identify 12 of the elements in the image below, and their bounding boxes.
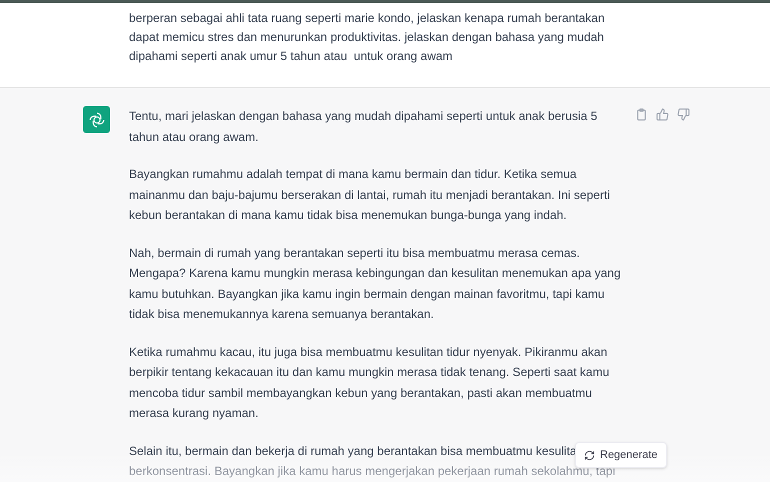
response-paragraph: Nah, bermain di rumah yang berantakan seperti itu bisa membuatmu merasa cemas. Mengapa? Karena kamu mungkin merasa kebingungan dan kesulitan menemukan apa yang kamu butuhkan. Bayangkan jika kamu ingin bermain dengan mainan favoritmu, tapi kamu tidak bisa menemukannya karena semuanya berantakan. bbox=[129, 244, 621, 323]
logo-icon bbox=[88, 110, 106, 128]
regenerate-button[interactable]: Regenerate bbox=[575, 442, 666, 468]
user-message: berperan sebagai ahli tata ruang seperti marie kondo, jelaskan kenapa rumah berantakan dapat memicu stres dan menurunkan produktivitas. jelaskan dengan bahasa yang mudah dipahami seperti anak umur 5 tahun atau untuk orang awam bbox=[129, 10, 606, 65]
response-paragraph: Ketika rumahmu kacau, itu juga bisa membuatmu kesulitan tidur nyenyak. Pikiranmu akan berpikir tentang kekacauan itu dan kamu mungkin merasa tidak tenang. Seperti saat kamu mencoba tidur sambil membayangkan kebun yang berantakan, pasti akan membuatmu merasa kurang nyaman. bbox=[129, 344, 610, 422]
response-line: Selain itu, bermain dan bekerja di rumah yang berantakan bisa membuatmu kesulita bbox=[129, 442, 577, 460]
response-paragraph: Bayangkan rumahmu adalah tempat di mana kamu bermain dan tidur. Ketika semua mainanmu dan baju-bajumu berserakan di lantai, rumah itu menjadi berantakan. Ini seperti kebun berantakan di mana kamu tidak bisa menemukan bunga-bunga yang indah. bbox=[129, 166, 611, 224]
response-paragraph: Tentu, mari jelaskan dengan bahasa yang mudah dipahami seperti untuk anak berusia 5 tahun atau orang awam. bbox=[129, 108, 598, 146]
thumbs-down-icon[interactable] bbox=[677, 108, 690, 121]
refresh-icon bbox=[584, 450, 595, 460]
thumbs-up-icon[interactable] bbox=[656, 108, 669, 121]
copy-icon[interactable] bbox=[635, 108, 648, 121]
